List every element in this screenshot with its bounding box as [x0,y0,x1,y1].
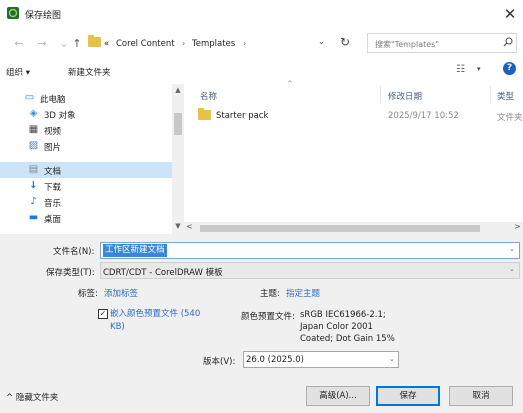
search-icon[interactable] [503,37,513,47]
view-options-icon[interactable]: ☷ [456,64,465,75]
scroll-left-icon[interactable]: < [186,222,193,231]
filename-value[interactable]: 工作区新建文档 [103,244,167,257]
3d-objects-icon: ◈ [29,108,38,119]
nav-item-label: 文档 [44,167,62,177]
advanced-button[interactable]: 高级(A)... [306,386,370,406]
embed-profile-checkbox[interactable]: ✓ [98,309,108,319]
hide-folders-toggle[interactable]: ^ 隐藏文件夹 [6,391,58,403]
file-modified: 2025/9/17 10:52 [388,111,459,121]
title-bar [0,0,523,30]
file-name[interactable]: Starter pack [216,111,268,121]
version-dropdown-icon[interactable]: ⌄ [389,355,395,363]
column-divider[interactable] [380,86,381,104]
downloads-icon: ↓ [29,180,38,191]
sort-indicator-icon: ^ [287,80,293,88]
folder-icon [198,108,211,120]
nav-item-documents[interactable]: ▤ 文档 [0,162,172,178]
breadcrumb-separator[interactable]: › [182,39,185,48]
forward-dropdown-icon[interactable]: ⌄ [57,37,71,51]
forward-arrow-icon[interactable]: → [35,37,49,51]
refresh-icon[interactable]: ↻ [340,35,350,49]
tags-label: 标签: [78,289,98,299]
breadcrumb-separator[interactable]: › [243,39,246,48]
organize-button[interactable]: 组织 ▾ [6,66,30,78]
scroll-up-icon[interactable]: ▲ [172,86,184,94]
folder-icon [88,35,101,47]
documents-icon: ▤ [28,164,39,175]
computer-icon: ▭ [24,92,35,103]
tags-field[interactable]: 添加标签 [104,287,138,299]
nav-item-label: 音乐 [44,199,62,209]
version-label: 版本(V): [203,357,236,367]
cancel-button[interactable]: 取消 [449,386,513,406]
nav-item-label: 下载 [44,183,62,193]
breadcrumb-overflow[interactable]: « [104,39,109,49]
column-divider[interactable] [490,86,491,104]
address-dropdown-icon[interactable]: ⌄ [318,37,325,46]
nav-scrollbar[interactable] [172,84,184,234]
breadcrumb-templates[interactable]: Templates [192,39,235,49]
view-dropdown-icon[interactable]: ▾ [477,65,481,73]
nav-item-3d-objects[interactable]: ◈ 3D 对象 [0,106,172,122]
subject-field[interactable]: 指定主题 [286,287,320,299]
subject-label: 主题: [260,289,280,299]
nav-item-label: 桌面 [44,215,62,225]
nav-item-this-pc[interactable]: ▭ 此电脑 [0,90,172,106]
filename-dropdown-icon[interactable]: ⌄ [509,245,515,253]
filetype-label: 保存类型(T): [46,268,95,278]
nav-item-desktop[interactable]: ▬ 桌面 [0,210,172,226]
help-icon[interactable]: ? [503,62,516,75]
save-options-panel [0,234,523,413]
color-profile-label: 颜色预置文件: [241,312,295,322]
coreldraw-app-icon [7,7,19,19]
file-type: 文件夹 [497,113,523,123]
save-button[interactable]: 保存 [376,386,440,406]
nav-item-videos[interactable]: ▦ 视频 [0,122,172,138]
up-arrow-icon[interactable]: ↑ [70,37,84,51]
filetype-value: CDRT/CDT - CorelDRAW 模板 [103,268,223,278]
nav-item-label: 视频 [44,127,62,137]
nav-item-downloads[interactable]: ↓ 下载 [0,178,172,194]
nav-item-music[interactable]: ♪ 音乐 [0,194,172,210]
pictures-icon: ▨ [28,140,39,151]
nav-item-label: 此电脑 [40,95,66,105]
navigation-pane: ▭ 此电脑 ◈ 3D 对象 ▦ 视频 ▨ 图片 ▤ 文档 ↓ 下载 ♪ 音乐 ▬… [0,84,184,234]
column-header-name[interactable]: 名称 [200,90,217,102]
scroll-down-icon[interactable]: ▼ [172,222,184,230]
nav-item-label: 图片 [44,143,62,153]
color-profile-line: Coated; Dot Gain 15% [300,334,395,344]
nav-item-pictures[interactable]: ▨ 图片 [0,138,172,154]
scroll-right-icon[interactable]: > [514,222,521,231]
back-arrow-icon[interactable]: ← [12,37,26,51]
color-profile-line: sRGB IEC61966-2.1; [300,310,386,320]
desktop-icon: ▬ [28,212,39,223]
breadcrumb-corel-content[interactable]: Corel Content [116,39,175,49]
new-folder-button[interactable]: 新建文件夹 [68,66,111,78]
search-placeholder: 搜索"Templates" [375,40,440,49]
column-header-modified[interactable]: 修改日期 [388,90,422,102]
nav-item-label: 3D 对象 [44,111,76,121]
music-icon: ♪ [30,196,37,207]
color-profile-line: Japan Color 2001 [300,322,373,332]
close-icon[interactable]: ✕ [500,4,520,24]
hscrollbar-thumb[interactable] [200,225,480,232]
window-title: 保存绘图 [25,11,62,21]
column-header-type[interactable]: 类型 [497,90,514,102]
nav-scrollbar-thumb[interactable] [174,113,182,135]
video-icon: ▦ [28,124,39,135]
version-value: 26.0 (2025.0) [246,355,305,365]
filename-label: 文件名(N): [53,247,95,257]
embed-profile-label[interactable]: 嵌入颜色预置文件 (540 KB) [110,308,210,334]
filetype-dropdown-icon[interactable]: ⌄ [509,265,515,273]
